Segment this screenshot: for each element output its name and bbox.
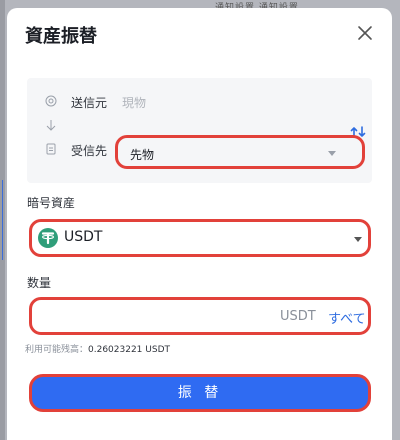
- available-label: 利用可能残高：: [25, 345, 89, 355]
- transfer-button[interactable]: 振 替: [29, 374, 371, 412]
- route-panel: 送信元 現物 受信先 先物: [27, 78, 372, 183]
- amount-label: 数量: [27, 276, 52, 290]
- all-button[interactable]: すべて: [328, 308, 366, 327]
- asset-name: USDT: [64, 229, 103, 245]
- source-circle-icon: [45, 95, 57, 107]
- usdt-coin-icon: [38, 228, 58, 248]
- modal-title: 資産振替: [25, 26, 97, 47]
- close-icon[interactable]: [356, 24, 374, 42]
- arrow-down-icon: [46, 120, 56, 131]
- to-value: 先物: [130, 148, 155, 162]
- document-icon: [46, 143, 56, 155]
- chevron-down-icon: [354, 237, 362, 242]
- chevron-down-icon: [328, 151, 336, 156]
- available-balance: 利用可能残高：0.26023221 USDT: [25, 342, 170, 355]
- amount-input[interactable]: USDT すべて: [29, 297, 371, 335]
- from-label: 送信元: [71, 96, 108, 110]
- amount-unit: USDT: [280, 309, 316, 324]
- available-value: 0.26023221 USDT: [88, 345, 170, 355]
- asset-label: 暗号資産: [27, 196, 76, 210]
- to-label: 受信先: [71, 144, 108, 158]
- transfer-modal: 資産振替 送信元 現物 受信先 先物 暗号資産 USDT 数量 USDT すべて…: [7, 8, 392, 440]
- from-value: 現物: [122, 96, 147, 110]
- destination-select[interactable]: 先物: [115, 135, 365, 169]
- asset-select[interactable]: USDT: [29, 219, 371, 257]
- background-accent-line: [2, 180, 3, 260]
